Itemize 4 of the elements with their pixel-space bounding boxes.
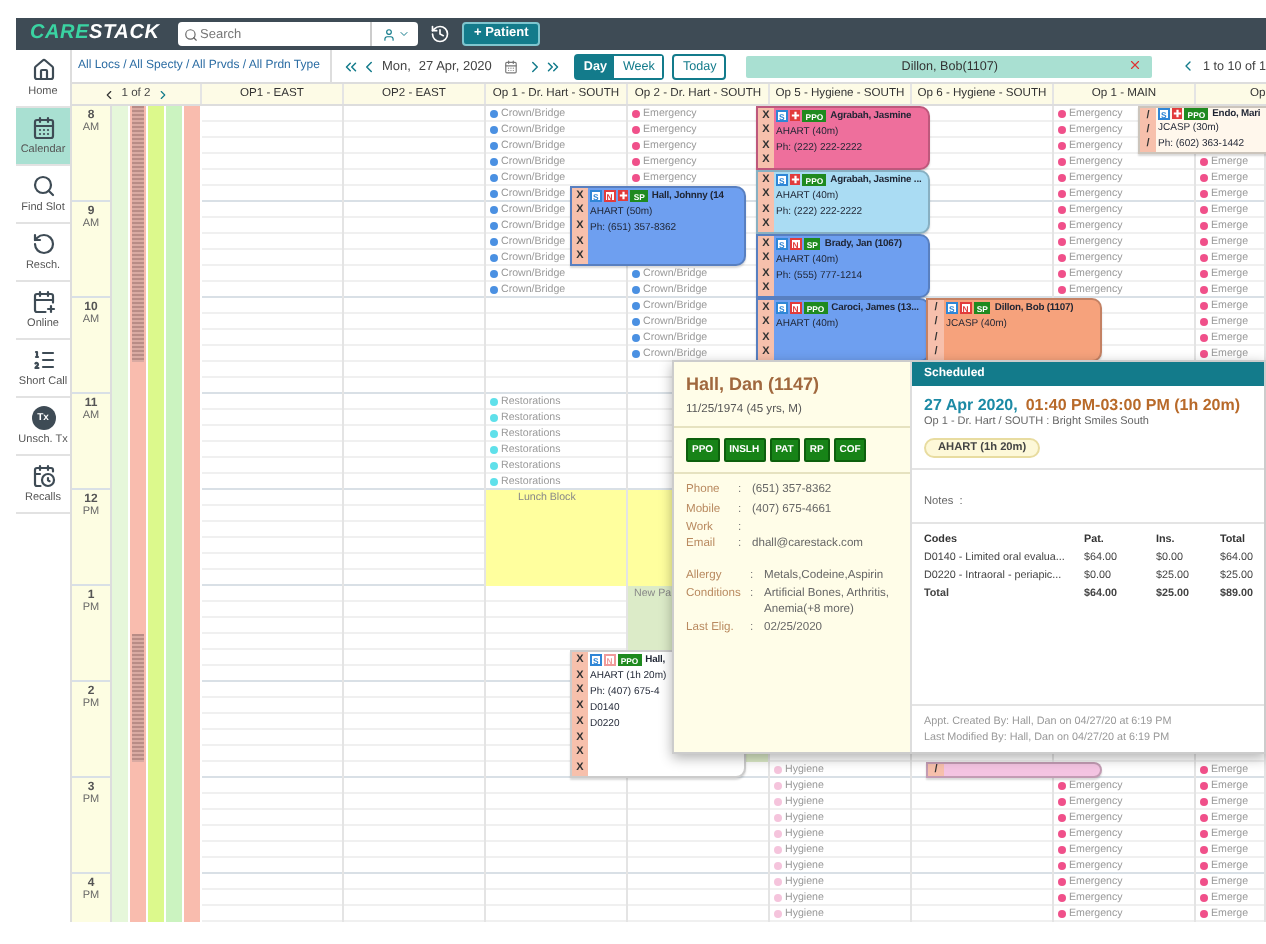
app-logo[interactable]: CARESTACK — [30, 22, 166, 46]
appointment-date: 27 Apr 2020, — [924, 396, 1018, 414]
appointment-time: 01:40 PM-03:00 PM (1h 20m) — [1025, 396, 1240, 414]
patient-name: Hall, Dan (1147) — [684, 372, 822, 394]
